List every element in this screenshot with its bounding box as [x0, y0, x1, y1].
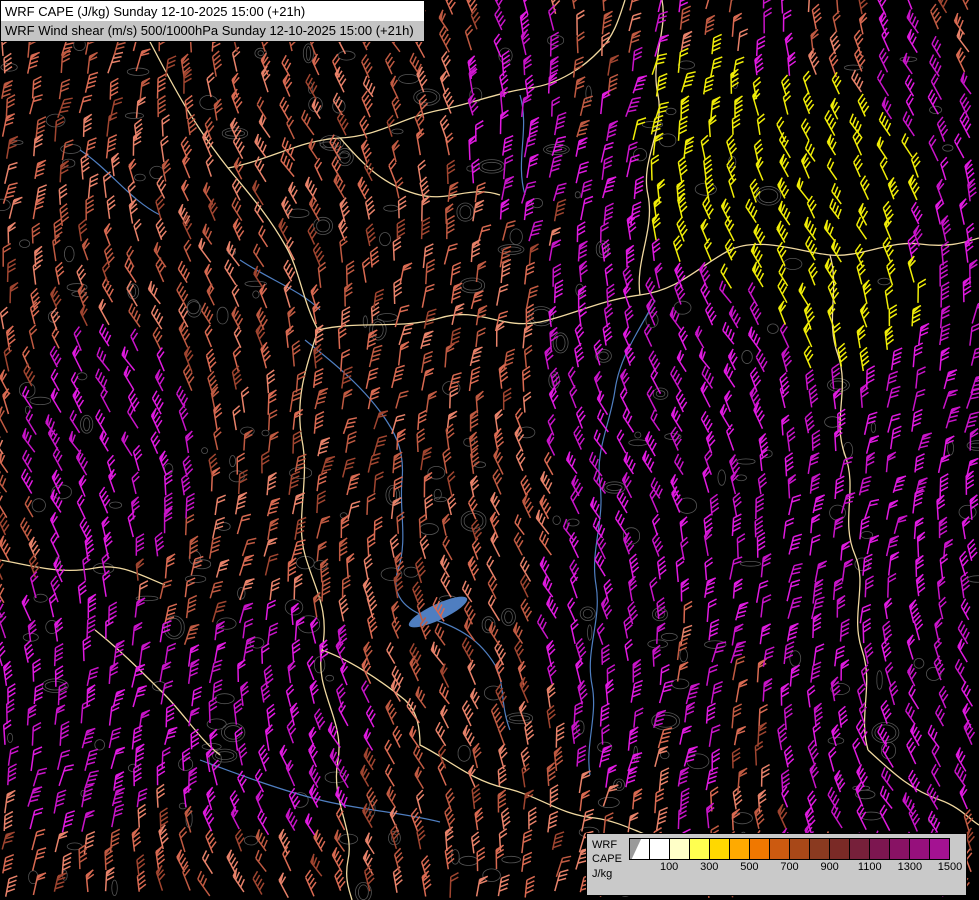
legend-tick-label: 1100: [858, 861, 882, 873]
legend-below-range-swatch: [630, 839, 650, 859]
legend-color-swatch: [790, 839, 810, 859]
river-tisza: [589, 300, 655, 775]
legend-tick-row: 100300500700900110013001500: [629, 861, 950, 874]
legend-model-label: WRF: [592, 838, 622, 852]
legend-color-swatch: [770, 839, 790, 859]
legend-labels: WRF CAPE J/kg: [592, 838, 622, 893]
map-svg: [0, 0, 979, 900]
legend: WRF CAPE J/kg 100 300 500 700 900 1100 1300 150…: [586, 833, 967, 896]
wind-barbs: [0, 0, 974, 898]
river-north-2: [240, 260, 320, 310]
wind-barbs: [0, 0, 979, 896]
border-southwest-2: [95, 630, 220, 755]
map-title-cape: WRF CAPE (J/kg) Sunday 12-10-2025 15:00 …: [1, 1, 424, 21]
weather-map-stage: WRF CAPE (J/kg) Sunday 12-10-2025 15:00 …: [0, 0, 979, 900]
legend-color-swatch: [810, 839, 830, 859]
wind-barb-pennants: [0, 0, 857, 885]
legend-colorbar: [629, 838, 950, 860]
legend-unit-label: J/kg: [592, 867, 622, 881]
legend-color-swatch: [890, 839, 910, 859]
legend-color-swatch: [910, 839, 930, 859]
legend-color-swatch: [650, 839, 670, 859]
legend-color-swatch: [750, 839, 770, 859]
legend-color-swatch: [670, 839, 690, 859]
wind-barb-pennants: [5, 0, 972, 883]
wind-barbs: [0, 0, 973, 898]
legend-param-label: CAPE: [592, 852, 622, 866]
border-east-north: [639, 0, 663, 295]
legend-tick-label: 1500: [938, 861, 962, 873]
legend-tick-label: 500: [740, 861, 758, 873]
wind-barbs: [0, 0, 969, 898]
wind-barbs: [0, 0, 979, 896]
legend-colorbar-wrap: 100300500700900110013001500: [629, 838, 950, 893]
legend-tick-label: 100: [660, 861, 678, 873]
legend-color-swatch: [930, 839, 949, 859]
legend-color-swatch: [830, 839, 850, 859]
legend-tick-label: 1300: [898, 861, 922, 873]
legend-color-swatch: [870, 839, 890, 859]
legend-color-swatch: [710, 839, 730, 859]
wind-barb-layer: [0, 0, 979, 898]
wind-barbs: [0, 0, 972, 898]
border-west-south: [300, 330, 352, 900]
legend-tick-label: 900: [820, 861, 838, 873]
legend-color-swatch: [690, 839, 710, 859]
title-box: WRF CAPE (J/kg) Sunday 12-10-2025 15:00 …: [0, 0, 425, 42]
map-title-shear: WRF Wind shear (m/s) 500/1000hPa Sunday …: [1, 21, 424, 41]
legend-color-swatch: [850, 839, 870, 859]
legend-color-swatch: [730, 839, 750, 859]
border-southwest-1: [0, 560, 165, 585]
legend-tick-label: 700: [780, 861, 798, 873]
legend-tick-label: 300: [700, 861, 718, 873]
